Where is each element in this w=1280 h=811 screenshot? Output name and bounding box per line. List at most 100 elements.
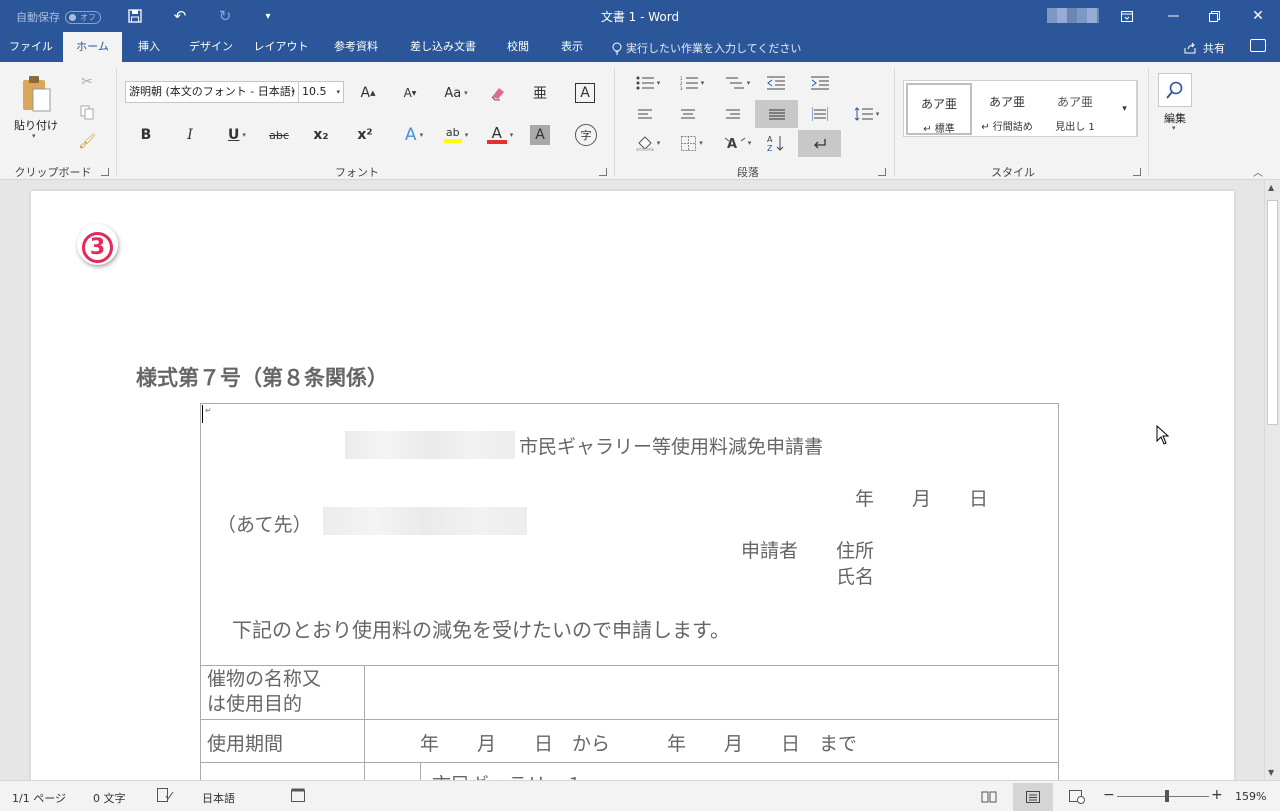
- shrink-font-button[interactable]: A ▼: [399, 81, 421, 105]
- comments-icon[interactable]: [1250, 39, 1266, 52]
- paragraph-launcher-icon[interactable]: [878, 168, 886, 176]
- tab-references[interactable]: 参考資料: [322, 32, 390, 62]
- cut-icon[interactable]: ✂: [76, 72, 98, 92]
- strikethrough-button[interactable]: abc: [264, 123, 294, 147]
- increase-indent-icon[interactable]: [808, 72, 832, 94]
- web-layout-icon[interactable]: [1057, 783, 1097, 811]
- user-avatar[interactable]: [1047, 8, 1099, 23]
- word-count[interactable]: 0 文字: [93, 790, 126, 806]
- zoom-level[interactable]: 159%: [1235, 790, 1266, 803]
- format-painter-icon[interactable]: 🖌: [76, 132, 98, 152]
- superscript-button[interactable]: x²: [353, 123, 377, 147]
- styles-more-icon[interactable]: ▾: [1112, 80, 1138, 137]
- asian-layout-button[interactable]: A ▾: [720, 132, 756, 154]
- font-launcher-icon[interactable]: [599, 168, 607, 176]
- font-color-glyph: A: [491, 124, 502, 142]
- show-paragraph-marks-icon[interactable]: [798, 130, 841, 157]
- distributed-icon[interactable]: [809, 103, 831, 125]
- editing-button[interactable]: [1158, 73, 1192, 107]
- align-center-icon[interactable]: [677, 103, 699, 125]
- font-color-button[interactable]: A ▾: [482, 123, 518, 147]
- tab-design[interactable]: デザイン: [180, 32, 242, 62]
- styles-launcher-icon[interactable]: [1133, 168, 1141, 176]
- row3-partial-text: 市民ギャラリー１: [432, 770, 584, 780]
- font-name-select[interactable]: 游明朝 (本文のフォント - 日本語) ▾: [125, 81, 299, 103]
- clear-formatting-icon[interactable]: [486, 81, 510, 105]
- paste-button[interactable]: [14, 68, 58, 120]
- align-right-icon[interactable]: [722, 103, 744, 125]
- scrollbar-thumb[interactable]: [1267, 200, 1278, 425]
- style-normal[interactable]: あア亜 ↵ 標準: [906, 83, 972, 135]
- change-case-button[interactable]: Aa ▾: [440, 81, 472, 105]
- autosave-switch[interactable]: オフ: [65, 10, 101, 24]
- proofing-icon[interactable]: [157, 788, 174, 805]
- enclose-characters-button[interactable]: 字: [575, 124, 597, 146]
- save-icon[interactable]: [123, 5, 147, 27]
- grow-font-button[interactable]: A ▲: [357, 81, 379, 105]
- restore-icon[interactable]: [1191, 0, 1237, 32]
- text-effects-button[interactable]: A ▾: [398, 123, 430, 147]
- underline-button[interactable]: U ▾: [220, 123, 254, 147]
- macro-recording-icon[interactable]: [291, 788, 305, 805]
- ribbon-display-options-icon[interactable]: [1104, 0, 1150, 32]
- subscript-button[interactable]: x₂: [309, 123, 333, 147]
- language-indicator[interactable]: 日本語: [202, 790, 235, 806]
- request-text: 下記のとおり使用料の減免を受けたいので申請します。: [232, 618, 730, 642]
- highlight-color-button[interactable]: ab ▾: [439, 123, 473, 147]
- tab-mailings[interactable]: 差し込み文書: [398, 32, 488, 62]
- justify-icon[interactable]: [755, 100, 798, 128]
- print-layout-icon[interactable]: [1013, 783, 1053, 811]
- minimize-icon[interactable]: [1150, 0, 1196, 32]
- zoom-slider-thumb[interactable]: [1165, 790, 1169, 802]
- shrink-font-glyph: A: [403, 86, 412, 100]
- editing-caret[interactable]: ▾: [1172, 124, 1176, 132]
- customize-qat-icon[interactable]: ▾: [256, 5, 280, 27]
- italic-button[interactable]: I: [179, 123, 201, 147]
- shading-button[interactable]: ▾: [630, 132, 666, 154]
- grow-font-glyph: A: [360, 85, 371, 101]
- form-number-label: 様式第７号（第８条関係）: [136, 365, 388, 390]
- page-count[interactable]: 1/1 ページ: [12, 790, 66, 806]
- zoom-in-icon[interactable]: +: [1211, 787, 1223, 803]
- autosave-toggle[interactable]: 自動保存 オフ: [16, 9, 101, 25]
- bold-button[interactable]: B: [135, 123, 157, 147]
- numbering-button[interactable]: 1 2 3 ▾: [674, 72, 710, 94]
- character-border-button[interactable]: A: [575, 83, 595, 103]
- clipboard-launcher-icon[interactable]: [101, 168, 109, 176]
- tab-layout[interactable]: レイアウト: [248, 32, 314, 62]
- vertical-scrollbar[interactable]: ▲ ▼: [1264, 180, 1280, 780]
- paint-bucket-icon: [636, 136, 654, 151]
- close-icon[interactable]: ✕: [1235, 0, 1280, 32]
- tell-me-search[interactable]: 実行したい作業を入力してください: [612, 40, 801, 56]
- zoom-slider[interactable]: [1117, 796, 1209, 797]
- collapse-ribbon-icon[interactable]: ︿: [1253, 164, 1263, 179]
- tab-home[interactable]: ホーム: [63, 32, 122, 62]
- multilevel-list-button[interactable]: ▾: [720, 72, 756, 94]
- phonetic-guide-button[interactable]: 亜: [528, 81, 552, 105]
- borders-button[interactable]: ▾: [674, 132, 710, 154]
- tab-view[interactable]: 表示: [550, 32, 594, 62]
- align-left-icon[interactable]: [634, 103, 656, 125]
- copy-icon[interactable]: [76, 102, 98, 122]
- group-divider: [1148, 68, 1149, 176]
- style-heading-1[interactable]: あア亜 見出し 1: [1042, 83, 1108, 135]
- share-button[interactable]: 共有: [1184, 40, 1225, 56]
- style-no-spacing[interactable]: あア亜 ↵ 行間詰め: [974, 83, 1040, 135]
- paste-dropdown-caret[interactable]: ▾: [32, 132, 36, 140]
- zoom-out-icon[interactable]: −: [1103, 787, 1115, 803]
- undo-icon[interactable]: ↶: [168, 5, 192, 27]
- tab-review[interactable]: 校閲: [495, 32, 541, 62]
- font-size-select[interactable]: 10.5 ▾: [298, 81, 344, 103]
- redo-icon[interactable]: ↻: [213, 5, 237, 27]
- read-mode-icon[interactable]: [969, 783, 1009, 811]
- tab-file[interactable]: ファイル: [0, 32, 62, 62]
- character-shading-button[interactable]: A: [530, 125, 550, 145]
- line-spacing-button[interactable]: ▾: [850, 103, 884, 125]
- sort-icon[interactable]: AZ: [764, 132, 788, 154]
- decrease-indent-icon[interactable]: [764, 72, 788, 94]
- svg-text:A: A: [767, 135, 773, 144]
- bullets-button[interactable]: ▾: [630, 72, 666, 94]
- tab-insert[interactable]: 挿入: [124, 32, 174, 62]
- scroll-down-icon[interactable]: ▼: [1268, 768, 1274, 777]
- scroll-up-icon[interactable]: ▲: [1268, 183, 1274, 192]
